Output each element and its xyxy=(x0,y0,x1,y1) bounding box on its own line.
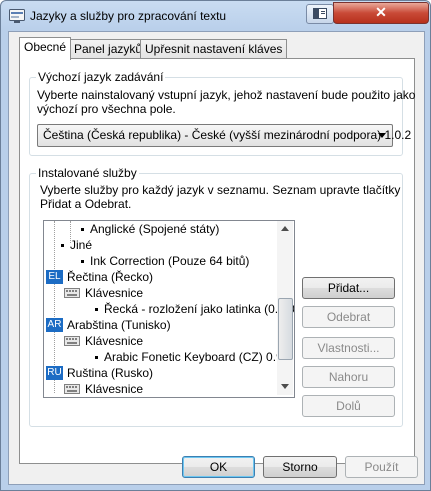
language-badge: AR xyxy=(46,318,63,332)
close-button[interactable]: ✕ xyxy=(333,2,429,24)
tree-category-label: Klávesnice xyxy=(85,286,144,300)
cancel-button[interactable]: Storno xyxy=(263,456,337,478)
default-input-language-value: Čeština (Česká republika) - České (vyšší… xyxy=(43,128,412,142)
tree-scrollbar[interactable] xyxy=(277,221,293,395)
tree-item-label: Řecká - rozložení jako latinka (0.9.0) xyxy=(104,302,295,316)
move-down-button[interactable]: Dolů xyxy=(302,395,395,417)
default-input-language-group-title: Výchozí jazyk zadávání xyxy=(36,70,166,85)
language-badge: RU xyxy=(46,366,63,380)
add-button[interactable]: Přidat... xyxy=(302,277,395,299)
tab-language-bar[interactable]: Panel jazyků xyxy=(69,39,148,59)
tree-category-label: Klávesnice xyxy=(85,382,144,396)
bullet-icon xyxy=(61,244,64,247)
installed-services-description-line2: Přidat a Odebrat. xyxy=(40,197,132,211)
tree-language-label: Ruština (Rusko) xyxy=(67,366,154,380)
help-button[interactable] xyxy=(306,4,334,24)
move-up-button[interactable]: Nahoru xyxy=(302,366,395,388)
bullet-icon xyxy=(81,228,84,231)
keyboard-icon xyxy=(64,336,80,346)
installed-services-group-title: Instalované služby xyxy=(36,166,139,181)
bullet-icon xyxy=(95,308,98,311)
window-layout-icon xyxy=(313,8,327,19)
ok-button[interactable]: OK xyxy=(182,456,255,478)
default-input-description-line2: výchozí pro všechna pole. xyxy=(37,102,176,116)
default-input-language-select[interactable]: Čeština (Česká republika) - České (vyšší… xyxy=(37,124,411,147)
remove-button[interactable]: Odebrat xyxy=(302,306,395,328)
scrollbar-thumb[interactable] xyxy=(278,298,293,360)
tree-item-label: Arabic Fonetic Keyboard (CZ) 0.9.0 xyxy=(104,350,293,364)
language-badge: EL xyxy=(46,270,63,284)
tree-category-label: Klávesnice xyxy=(85,334,144,348)
chevron-down-icon xyxy=(378,133,386,138)
scroll-up-icon[interactable] xyxy=(281,226,289,231)
ok-button-label: OK xyxy=(209,460,228,474)
installed-services-description-line1: Vyberte služby pro každý jazyk v seznamu… xyxy=(40,183,401,197)
window-title: Jazyky a služby pro zpracování textu xyxy=(30,9,227,23)
remove-button-label: Odebrat xyxy=(326,310,371,324)
close-icon: ✕ xyxy=(375,4,387,20)
move-up-button-label: Nahoru xyxy=(328,370,369,384)
tree-language-label: Arabština (Tunisko) xyxy=(67,318,171,332)
tree-category[interactable]: Jiné xyxy=(61,237,93,253)
apply-button[interactable]: Použít xyxy=(345,456,418,478)
language-settings-icon xyxy=(9,9,25,23)
tree-item[interactable]: Řecká - rozložení jako latinka (0.9.0) xyxy=(95,301,295,317)
title-bar[interactable]: Jazyky a služby pro zpracování textu ✕ xyxy=(1,1,430,31)
tree-item[interactable]: Anglické (Spojené státy) xyxy=(81,221,220,237)
keyboard-icon xyxy=(64,384,80,394)
properties-button[interactable]: Vlastnosti... xyxy=(302,337,395,359)
tree-item-label: Anglické (Spojené státy) xyxy=(90,222,220,236)
tree-language-label: Řečtina (Řecko) xyxy=(67,270,154,284)
tab-advanced-key-settings[interactable]: Upřesnit nastavení kláves xyxy=(140,39,288,59)
cancel-button-label: Storno xyxy=(282,460,318,474)
installed-services-tree[interactable]: Anglické (Spojené státy) Jiné Ink Correc… xyxy=(43,220,295,398)
tab-general[interactable]: Obecné xyxy=(19,37,72,60)
properties-button-label: Vlastnosti... xyxy=(317,341,380,355)
bullet-icon xyxy=(95,356,98,359)
scroll-down-icon[interactable] xyxy=(281,384,289,389)
bullet-icon xyxy=(81,260,84,263)
tree-item[interactable]: Ink Correction (Pouze 64 bitů) xyxy=(81,253,250,269)
tree-item[interactable]: Arabic Fonetic Keyboard (CZ) 0.9.0 xyxy=(95,349,293,365)
default-input-description-line1: Vyberte nainstalovaný vstupní jazyk, jeh… xyxy=(37,88,416,102)
tree-item-label: Ink Correction (Pouze 64 bitů) xyxy=(90,254,250,268)
move-down-button-label: Dolů xyxy=(336,399,361,413)
apply-button-label: Použít xyxy=(364,460,399,474)
add-button-label: Přidat... xyxy=(327,281,370,295)
tree-category-label: Jiné xyxy=(70,238,93,252)
dialog-window: Jazyky a služby pro zpracování textu ✕ O… xyxy=(0,0,431,491)
keyboard-icon xyxy=(64,288,80,298)
